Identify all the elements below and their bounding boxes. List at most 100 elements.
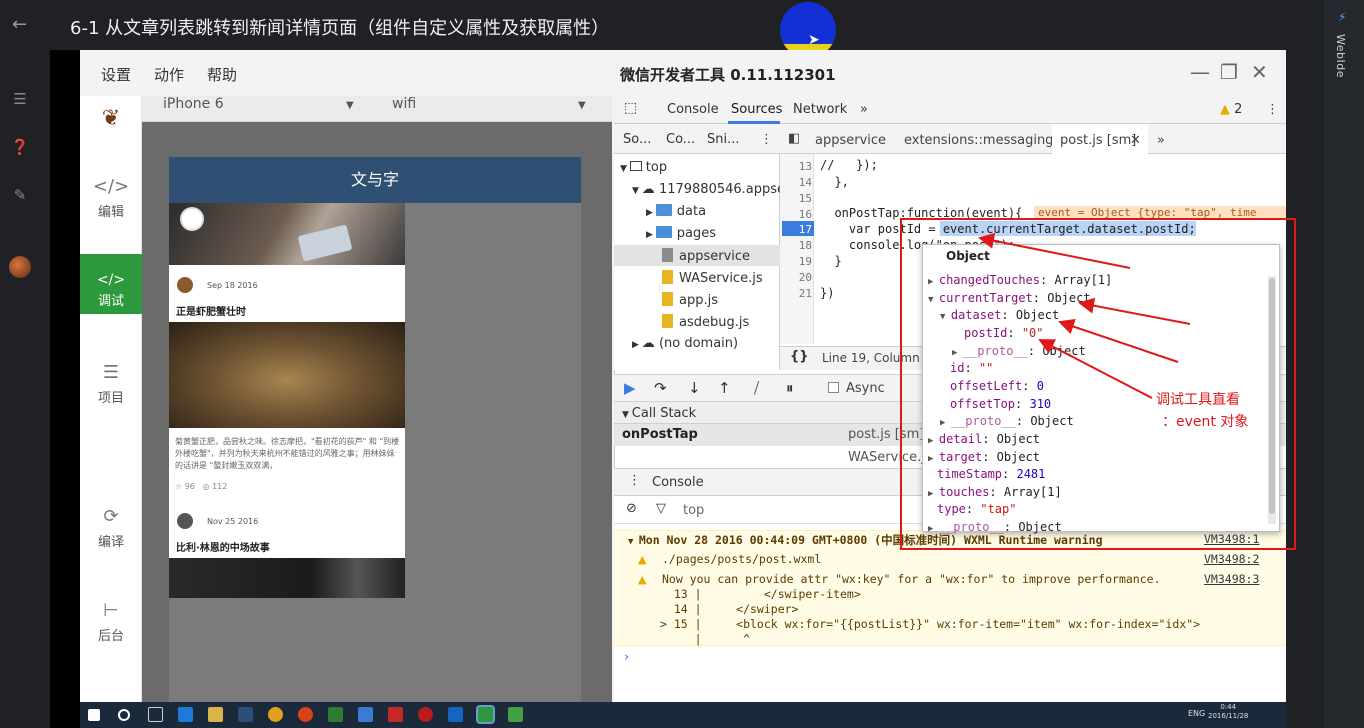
navigator-tab-sources[interactable]: So... bbox=[623, 132, 651, 147]
tree-item-data[interactable]: ▶ data bbox=[646, 204, 706, 219]
tab-network[interactable]: Network bbox=[793, 102, 847, 117]
tree-item-domain[interactable]: ▼ ☁ 1179880546.appser bbox=[632, 182, 790, 197]
post-title[interactable]: 正是虾肥蟹壮时 bbox=[176, 303, 246, 318]
console-drawer-tab[interactable]: Console bbox=[652, 475, 704, 490]
close-tab-icon[interactable]: ✕ bbox=[1130, 133, 1141, 148]
expand-icon: ▶ bbox=[646, 230, 656, 240]
line-number[interactable]: 20 bbox=[786, 271, 812, 284]
console-source-link[interactable]: VM3498:3 bbox=[1204, 572, 1259, 586]
console-context-select[interactable]: top bbox=[683, 503, 704, 518]
system-clock[interactable]: 0:44 2016/11/28 bbox=[1208, 703, 1248, 721]
app-icon[interactable] bbox=[328, 707, 343, 722]
menu-actions[interactable]: 动作 bbox=[154, 64, 184, 85]
tree-item-appservice[interactable]: appservice bbox=[662, 248, 750, 264]
nav-compile[interactable]: ⟳ 编译 bbox=[80, 506, 142, 550]
chrome-icon[interactable] bbox=[268, 707, 283, 722]
tab-sources[interactable]: Sources bbox=[731, 102, 782, 117]
line-number[interactable]: 19 bbox=[786, 255, 812, 268]
back-arrow-icon[interactable]: ← bbox=[12, 14, 27, 35]
edge-icon[interactable] bbox=[178, 707, 193, 722]
console-line: Now you can provide attr "wx:key" for a … bbox=[662, 572, 1161, 586]
line-number[interactable]: 13 bbox=[786, 160, 812, 173]
navigator-tab-snippets[interactable]: Sni... bbox=[707, 132, 740, 147]
filter-icon[interactable]: ▽ bbox=[656, 501, 666, 516]
nav-backend[interactable]: ⊢ 后台 bbox=[80, 600, 142, 644]
inspect-icon[interactable]: ⬚ bbox=[624, 100, 637, 116]
pen-icon[interactable]: ✎ bbox=[10, 186, 30, 206]
input-language[interactable]: ENG bbox=[1188, 709, 1205, 718]
tab-console[interactable]: Console bbox=[667, 102, 719, 117]
chevron-down-icon[interactable]: ▼ bbox=[346, 100, 354, 111]
webide-label[interactable]: WebIde bbox=[1334, 34, 1347, 78]
nav-edit[interactable]: </> 编辑 bbox=[80, 172, 142, 234]
line-number[interactable]: 16 bbox=[786, 208, 812, 221]
resume-icon[interactable]: ▶ bbox=[624, 379, 636, 397]
post-image[interactable] bbox=[169, 322, 405, 428]
app-icon[interactable] bbox=[418, 707, 433, 722]
chevron-down-icon[interactable]: ▼ bbox=[578, 100, 586, 111]
tree-item-pages[interactable]: ▶ pages bbox=[646, 226, 716, 241]
line-number[interactable]: 15 bbox=[786, 192, 812, 205]
drawer-menu-icon[interactable]: ⋮ bbox=[628, 473, 641, 488]
close-icon[interactable]: ✕ bbox=[1251, 60, 1268, 84]
webide-icon[interactable]: ⚡ bbox=[1338, 10, 1350, 24]
tree-item-waservice[interactable]: WAService.js bbox=[662, 270, 763, 286]
deactivate-breakpoints-icon[interactable]: ⧸ bbox=[754, 379, 759, 397]
maximize-icon[interactable]: ❐ bbox=[1220, 60, 1238, 84]
network-select[interactable]: wifi bbox=[392, 96, 416, 112]
editor-tab-post-js[interactable]: post.js [sm] bbox=[1060, 133, 1136, 148]
backend-icon: ⊢ bbox=[103, 600, 119, 621]
kebab-menu-icon[interactable]: ⋮ bbox=[1266, 102, 1279, 117]
pretty-print-icon[interactable]: {} bbox=[790, 349, 809, 364]
help-icon[interactable]: ❓ bbox=[10, 138, 30, 158]
menu-icon[interactable]: ☰ bbox=[10, 90, 30, 110]
line-number[interactable]: 14 bbox=[786, 176, 812, 189]
tabs-overflow[interactable]: » bbox=[860, 102, 868, 117]
line-number[interactable]: 21 bbox=[786, 287, 812, 300]
tree-item-app-js[interactable]: app.js bbox=[662, 292, 718, 308]
task-view-icon[interactable] bbox=[148, 707, 163, 722]
navigator-menu[interactable]: ⋮ bbox=[760, 132, 773, 147]
callstack-function[interactable]: onPostTap bbox=[622, 427, 698, 442]
nav-debug[interactable]: </> 调试 bbox=[80, 254, 142, 314]
step-into-icon[interactable]: ↓ bbox=[688, 379, 701, 397]
editor-tab-messaging[interactable]: extensions::messaging bbox=[904, 133, 1053, 148]
explorer-icon[interactable] bbox=[208, 707, 223, 722]
warning-count[interactable]: ▲ 2 bbox=[1220, 102, 1242, 117]
banner-image[interactable] bbox=[169, 203, 405, 265]
editor-tabs-overflow[interactable]: » bbox=[1157, 133, 1165, 148]
toggle-navigator-icon[interactable]: ◧ bbox=[788, 131, 800, 146]
tree-item-asdebug[interactable]: asdebug.js bbox=[662, 314, 749, 330]
line-number[interactable]: 17 bbox=[786, 223, 812, 236]
pause-on-exceptions-icon[interactable]: ⏸ bbox=[786, 379, 794, 397]
tree-item-top[interactable]: ▼ top bbox=[620, 160, 667, 175]
navigator-tab-content[interactable]: Co... bbox=[666, 132, 695, 147]
post-title[interactable]: 比利·林恩的中场故事 bbox=[176, 539, 270, 554]
step-out-icon[interactable]: ↑ bbox=[718, 379, 731, 397]
app-icon[interactable] bbox=[448, 707, 463, 722]
step-over-icon[interactable]: ↷ bbox=[654, 379, 667, 397]
console-source-link[interactable]: VM3498:2 bbox=[1204, 552, 1259, 566]
photoshop-icon[interactable] bbox=[238, 707, 253, 722]
device-select[interactable]: iPhone 6 bbox=[163, 96, 224, 112]
post-image[interactable] bbox=[169, 558, 405, 598]
line-number[interactable]: 18 bbox=[786, 239, 812, 252]
clear-console-icon[interactable]: ⊘ bbox=[626, 501, 637, 516]
firefox-icon[interactable] bbox=[298, 707, 313, 722]
app-icon[interactable] bbox=[388, 707, 403, 722]
menu-settings[interactable]: 设置 bbox=[101, 64, 131, 85]
windows-start-icon[interactable] bbox=[88, 709, 100, 721]
nav-project[interactable]: ☰ 项目 bbox=[80, 362, 142, 406]
async-checkbox[interactable] bbox=[828, 382, 839, 393]
tree-item-no-domain[interactable]: ▶ ☁ (no domain) bbox=[632, 336, 738, 351]
user-avatar[interactable] bbox=[9, 256, 31, 278]
menu-help[interactable]: 帮助 bbox=[207, 64, 237, 85]
minimize-icon[interactable]: — bbox=[1190, 60, 1210, 84]
tree-label: app.js bbox=[679, 293, 718, 308]
console-prompt[interactable]: › bbox=[624, 650, 629, 665]
app-icon[interactable] bbox=[358, 707, 373, 722]
app-icon[interactable] bbox=[508, 707, 523, 722]
cortana-icon[interactable] bbox=[118, 709, 130, 721]
wechat-devtools-icon[interactable] bbox=[476, 705, 495, 724]
editor-tab-appservice[interactable]: appservice bbox=[815, 133, 886, 148]
